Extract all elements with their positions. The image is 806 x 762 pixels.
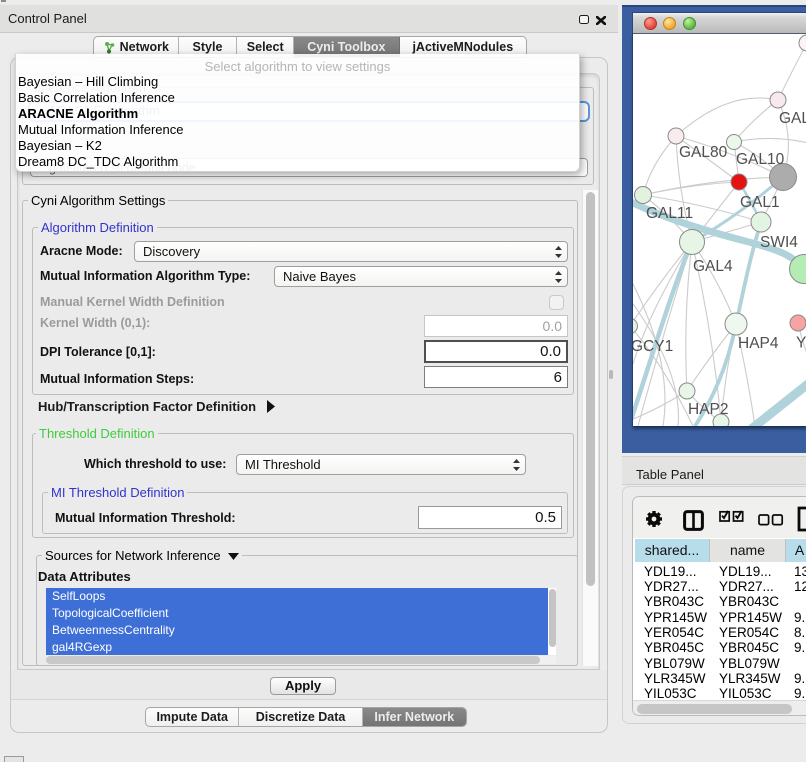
svg-text:GAL11: GAL11 xyxy=(646,205,693,222)
svg-text:GAL7: GAL7 xyxy=(779,110,806,127)
svg-text:GAL1: GAL1 xyxy=(740,194,780,211)
svg-text:GAL10: GAL10 xyxy=(736,151,785,168)
svg-text:GAL4: GAL4 xyxy=(693,258,733,275)
svg-text:HAP2: HAP2 xyxy=(688,401,729,418)
svg-text:GAL80: GAL80 xyxy=(679,144,728,161)
svg-text:SWI4: SWI4 xyxy=(760,234,798,251)
svg-text:GCY1: GCY1 xyxy=(633,338,673,355)
svg-text:Y: Y xyxy=(796,335,806,352)
svg-text:HAP4: HAP4 xyxy=(738,335,779,352)
